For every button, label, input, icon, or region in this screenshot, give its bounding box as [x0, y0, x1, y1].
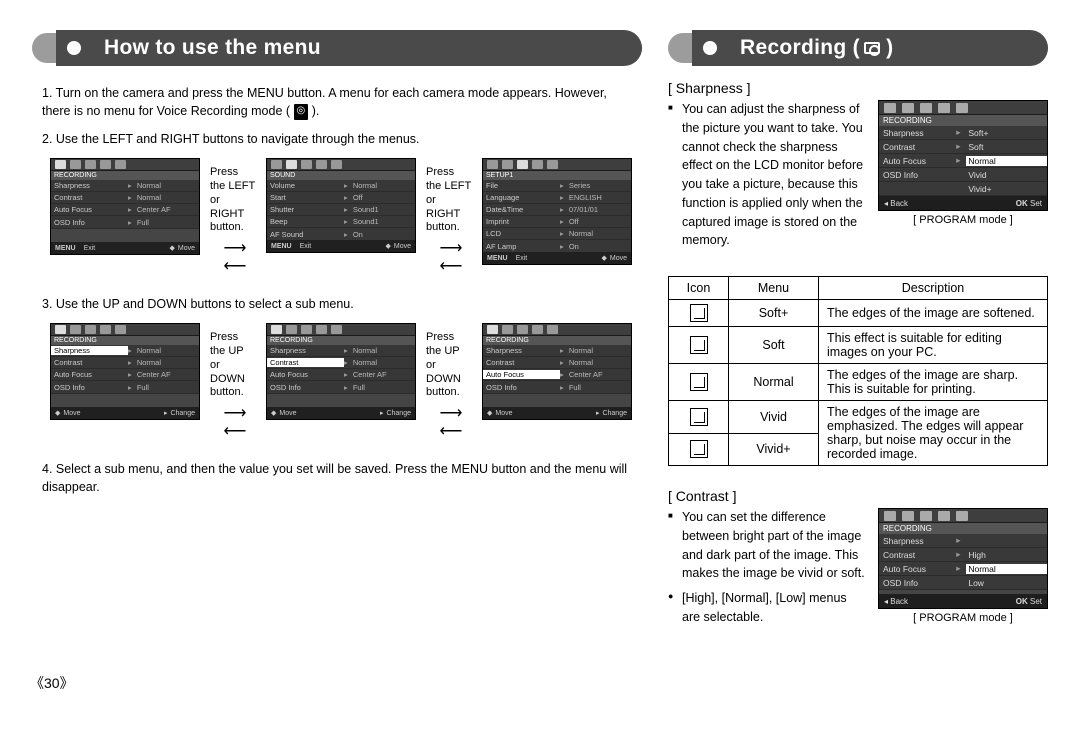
page-number: 《30》	[0, 661, 1080, 693]
right-column: Recording ( ) [ Sharpness ] You can adju…	[668, 30, 1048, 643]
caption-ud-1: Press the UP or DOWN button. ⟶⟵	[210, 323, 256, 442]
caption-lr-2: Press the LEFT or RIGHT button. ⟶⟵	[426, 158, 472, 277]
step-1: 1. Turn on the camera and press the MENU…	[42, 84, 632, 120]
sharp-icon	[690, 373, 708, 391]
step-2: 2. Use the LEFT and RIGHT buttons to nav…	[42, 130, 632, 148]
camera-icon	[864, 42, 880, 54]
lcd-recording-ud3: RECORDING Sharpness▸Normal Contrast▸Norm…	[482, 323, 632, 420]
thumbs-lr: RECORDING Sharpness▸Normal Contrast▸Norm…	[42, 158, 632, 277]
caption-ud-2: Press the UP or DOWN button. ⟶⟵	[426, 323, 472, 442]
banner-how-to-use: How to use the menu	[32, 30, 642, 66]
left-column: How to use the menu 1. Turn on the camer…	[32, 30, 642, 643]
voice-icon: ◎	[294, 104, 309, 121]
step-4: 4. Select a sub menu, and then the value…	[42, 460, 632, 496]
lcd-sharpness: RECORDING Sharpness▸Soft+ Contrast▸Soft …	[878, 100, 1048, 226]
sharpness-heading: [ Sharpness ]	[668, 80, 1048, 96]
caption-lr-1: Press the LEFT or RIGHT button. ⟶⟵	[210, 158, 256, 277]
lcd-recording-ud1: RECORDING Sharpness▸Normal Contrast▸Norm…	[50, 323, 200, 420]
contrast-heading: [ Contrast ]	[668, 488, 1048, 504]
contrast-text: You can set the difference between brigh…	[668, 508, 866, 583]
arrow-right-icon: ⟶⟵	[210, 241, 256, 275]
sharp-icon	[690, 336, 708, 354]
lcd-sound: SOUND Volume▸Normal Start▸Off Shutter▸So…	[266, 158, 416, 253]
contrast-text2: [High], [Normal], [Low] menus are select…	[668, 589, 866, 627]
step-3: 3. Use the UP and DOWN buttons to select…	[42, 295, 632, 313]
sharpness-table: Icon Menu Description Soft+ The edges of…	[668, 276, 1048, 466]
lcd-contrast: RECORDING Sharpness▸ Contrast▸High Auto …	[878, 508, 1048, 624]
lcd-setup1: SETUP1 File▸Series Language▸ENGLISH Date…	[482, 158, 632, 265]
lcd-recording-ud2: RECORDING Sharpness▸Normal Contrast▸Norm…	[266, 323, 416, 420]
sharp-icon	[690, 440, 708, 458]
banner-recording: Recording ( )	[668, 30, 1048, 66]
sharpness-mode-cap: [ PROGRAM mode ]	[878, 214, 1048, 226]
sharp-icon	[690, 408, 708, 426]
thumbs-ud: RECORDING Sharpness▸Normal Contrast▸Norm…	[42, 323, 632, 442]
sharpness-text: You can adjust the sharpness of the pict…	[668, 100, 866, 250]
sharp-icon	[690, 304, 708, 322]
lcd-recording-1: RECORDING Sharpness▸Normal Contrast▸Norm…	[50, 158, 200, 255]
contrast-mode-cap: [ PROGRAM mode ]	[878, 612, 1048, 624]
